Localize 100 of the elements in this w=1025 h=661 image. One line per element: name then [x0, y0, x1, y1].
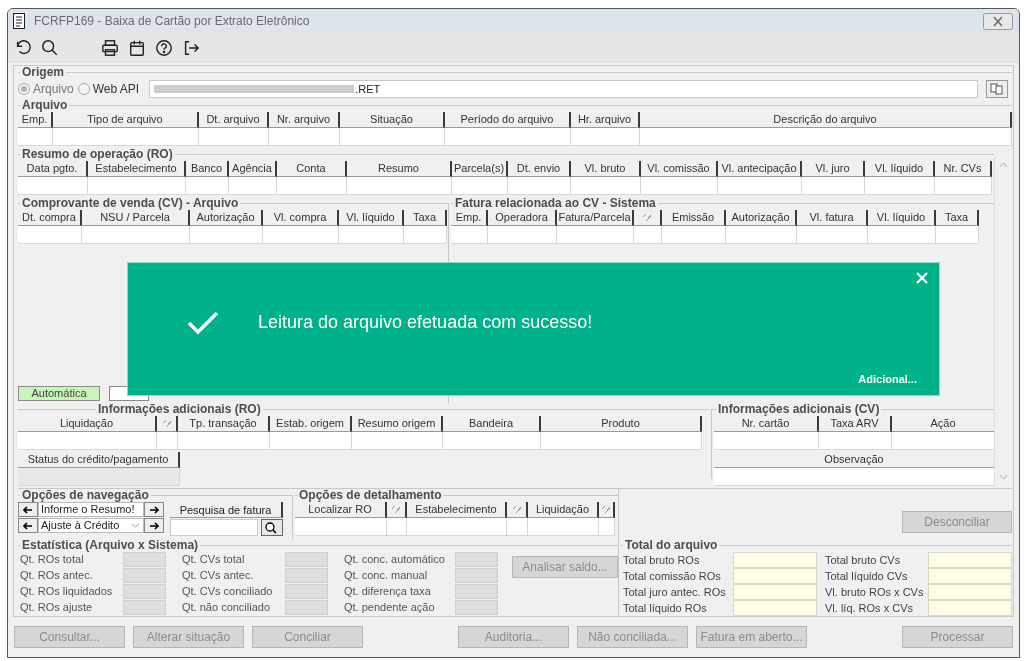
printer-icon[interactable]: [101, 39, 119, 57]
radio-button[interactable]: Arquivo: [18, 80, 74, 98]
right-arrow-icon[interactable]: [149, 521, 159, 530]
previous-button[interactable]: [18, 518, 38, 533]
column-header[interactable]: Vl. juro: [802, 161, 865, 177]
table-cell: [571, 177, 641, 195]
total-label: Total líquido ROs: [623, 600, 708, 616]
column-header[interactable]: Conta: [277, 161, 347, 177]
column-header[interactable]: Status do crédito/pagamento: [18, 452, 180, 468]
caret-icon[interactable]: [131, 523, 140, 528]
column-header[interactable]: Data pgto.: [18, 161, 88, 177]
column-header[interactable]: Nr. CVs: [935, 161, 992, 177]
file-path-field[interactable]: .RET: [149, 80, 978, 98]
column-header[interactable]: Dt. arquivo: [199, 112, 269, 128]
table-cell: [726, 226, 797, 244]
column-header[interactable]: Resumo origem: [352, 416, 443, 432]
column-header[interactable]: Taxa: [936, 210, 979, 226]
column-header[interactable]: Hr. arquivo: [571, 112, 640, 128]
column-header[interactable]: Emissão: [662, 210, 726, 226]
column-header[interactable]: Liquidação: [18, 416, 157, 432]
stat-field: [123, 568, 166, 583]
stat-label: Qt. CVs antec.: [182, 568, 255, 583]
column-header[interactable]: Nr. cartão: [714, 416, 819, 432]
column-header[interactable]: Vl. comissão: [641, 161, 718, 177]
table-cell: [18, 226, 82, 244]
column-header[interactable]: [157, 416, 178, 432]
column-header[interactable]: [507, 502, 528, 518]
browse-files-button[interactable]: [986, 80, 1008, 98]
stat-field: [285, 584, 328, 599]
dropdown-field[interactable]: Ajuste à Crédito: [38, 518, 144, 533]
column-header[interactable]: Ação: [892, 416, 996, 432]
table-cell: [199, 128, 269, 146]
group-title: Resumo de operação (RO): [21, 148, 174, 161]
right-arrow-icon[interactable]: [149, 505, 159, 514]
column-header[interactable]: Observação: [714, 452, 996, 468]
column-header[interactable]: Vl. antecipação: [718, 161, 802, 177]
column-header[interactable]: Dt. envio: [508, 161, 571, 177]
total-label: Total líquido CVs: [825, 568, 909, 584]
previous-button[interactable]: [18, 502, 38, 517]
column-header[interactable]: Taxa ARV: [819, 416, 892, 432]
column-header[interactable]: Bandeira: [443, 416, 541, 432]
column-header[interactable]: Vl. bruto: [571, 161, 641, 177]
search-icon[interactable]: [41, 39, 59, 57]
column-header[interactable]: Localizar RO: [295, 502, 387, 518]
column-header[interactable]: NSU / Parcela: [82, 210, 190, 226]
column-header[interactable]: [634, 210, 662, 226]
radio-button[interactable]: Web API: [77, 80, 140, 98]
column-header[interactable]: Vl. compra: [263, 210, 339, 226]
column-header[interactable]: [599, 502, 615, 518]
column-header[interactable]: Estab. origem: [270, 416, 352, 432]
column-header[interactable]: Fatura/Parcela: [557, 210, 634, 226]
exit-icon[interactable]: [182, 39, 200, 57]
group-title: Arquivo: [21, 99, 69, 112]
column-header[interactable]: Pesquisa de fatura: [170, 502, 283, 518]
column-header[interactable]: Emp.: [451, 210, 488, 226]
close-icon[interactable]: [915, 271, 929, 285]
column-header[interactable]: Vl. fatura: [797, 210, 868, 226]
group-title: Opções de navegação: [21, 489, 150, 502]
left-arrow-icon[interactable]: [23, 505, 33, 514]
table-cell: [599, 518, 615, 536]
column-header[interactable]: Estabelecimento: [407, 502, 507, 518]
undo-icon[interactable]: [14, 39, 32, 57]
table-cell: [802, 177, 865, 195]
column-header[interactable]: Operadora: [488, 210, 557, 226]
stat-field: [123, 584, 166, 599]
toast-message: Leitura do arquivo efetuada com sucesso!: [258, 311, 593, 334]
column-header[interactable]: Nr. arquivo: [269, 112, 340, 128]
column-header[interactable]: Parcela(s): [452, 161, 508, 177]
column-header[interactable]: Vl. líquido: [868, 210, 936, 226]
total-label: Total juro antec. ROs: [623, 584, 727, 600]
column-header[interactable]: Tipo de arquivo: [53, 112, 199, 128]
column-header[interactable]: Descrição do arquivo: [640, 112, 1012, 128]
column-header[interactable]: Estabelecimento: [88, 161, 186, 177]
column-header[interactable]: Taxa: [404, 210, 447, 226]
search-field[interactable]: [170, 519, 258, 536]
column-header[interactable]: Emp.: [18, 112, 53, 128]
column-header[interactable]: [387, 502, 407, 518]
next-button[interactable]: [144, 518, 164, 533]
input-field[interactable]: Informe o Resumo!: [38, 502, 144, 517]
column-header[interactable]: Resumo: [347, 161, 452, 177]
column-header[interactable]: Período do arquivo: [445, 112, 571, 128]
help-icon[interactable]: [155, 39, 173, 57]
column-header[interactable]: Situação: [340, 112, 445, 128]
table-cell: [277, 177, 347, 195]
search-button[interactable]: [261, 519, 283, 536]
next-button[interactable]: [144, 502, 164, 517]
left-arrow-icon[interactable]: [23, 521, 33, 530]
calendar-icon[interactable]: [128, 39, 146, 57]
column-header[interactable]: Banco: [186, 161, 229, 177]
stat-label: Qt. ROs ajuste: [20, 600, 94, 615]
column-header[interactable]: Vl. líquido: [865, 161, 935, 177]
column-header[interactable]: Produto: [541, 416, 702, 432]
column-header[interactable]: Autorização: [726, 210, 797, 226]
column-header[interactable]: Vl. líquido: [339, 210, 404, 226]
column-header[interactable]: Agência: [229, 161, 277, 177]
column-header[interactable]: Autorização: [190, 210, 263, 226]
column-header[interactable]: Liquidação: [528, 502, 599, 518]
column-header[interactable]: Tp. transação: [178, 416, 270, 432]
column-header[interactable]: Dt. compra: [18, 210, 82, 226]
close-button[interactable]: [983, 12, 1013, 30]
